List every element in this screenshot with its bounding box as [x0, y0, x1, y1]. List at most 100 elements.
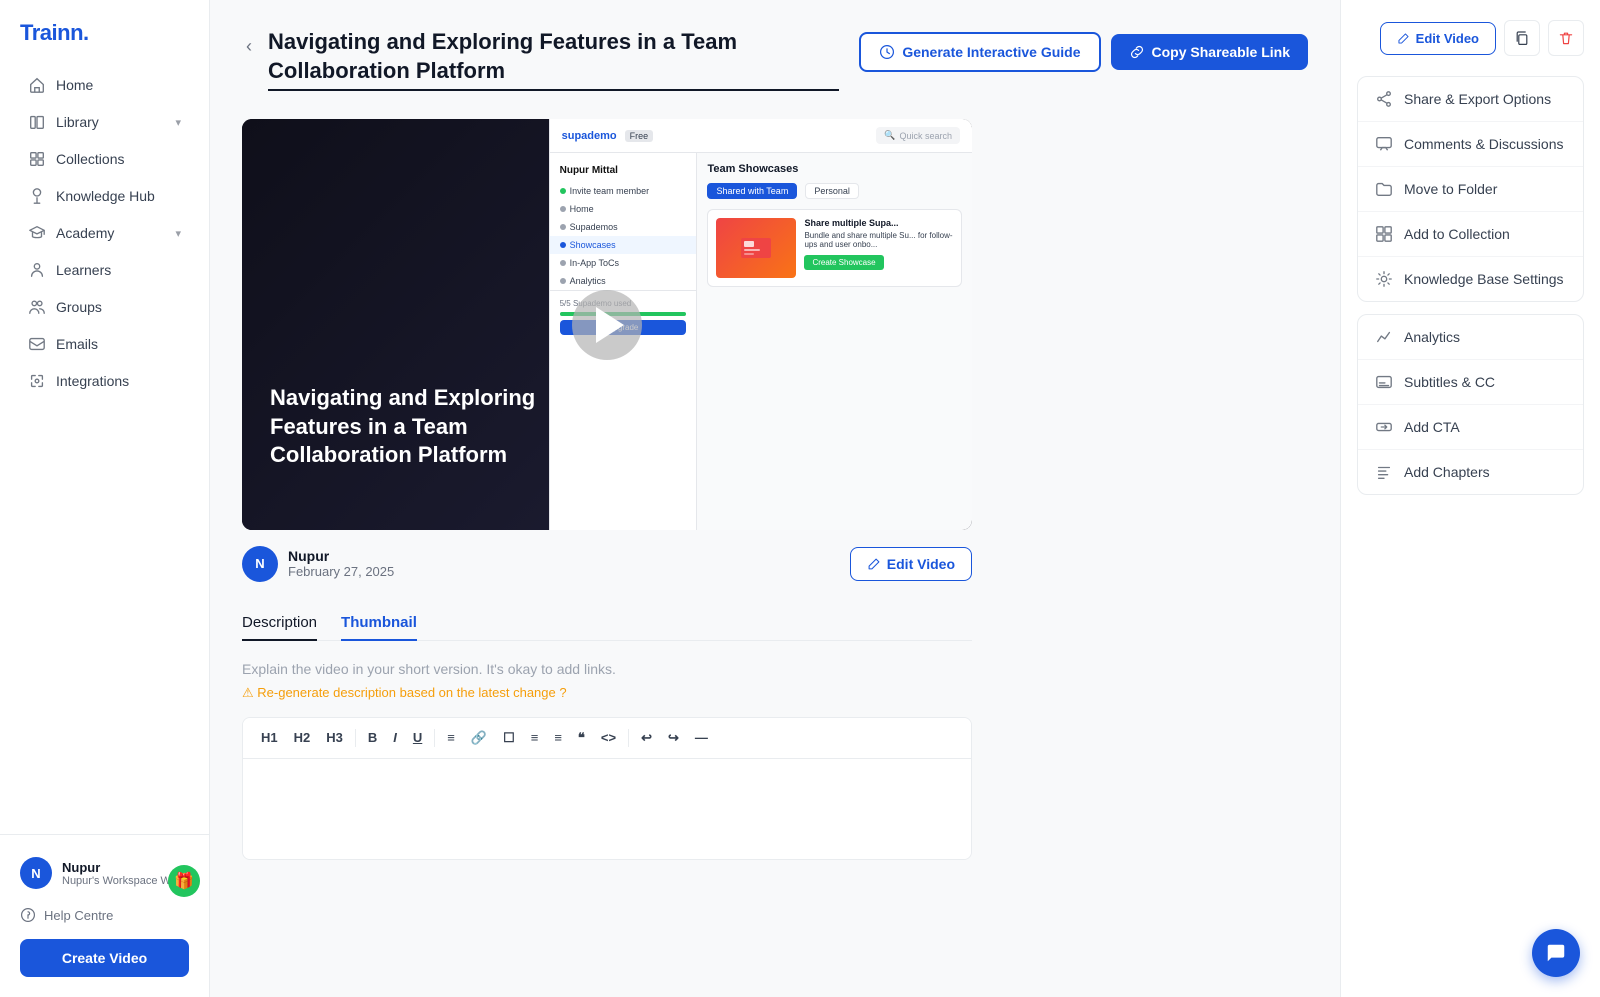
menu-item-subtitles[interactable]: Subtitles & CC	[1358, 360, 1583, 405]
learners-icon	[28, 261, 46, 279]
toolbar-h1[interactable]: H1	[255, 726, 284, 749]
right-panel: Edit Video	[1340, 0, 1600, 997]
delete-button[interactable]	[1548, 20, 1584, 56]
gift-button[interactable]: 🎁	[168, 865, 200, 897]
copy-icon-button[interactable]	[1504, 20, 1540, 56]
edit-main-icon	[1397, 32, 1410, 45]
sidebar-bottom: N Nupur Nupur's Workspace Workspace Help…	[0, 834, 209, 997]
toolbar-sep-2	[434, 729, 435, 747]
page-title: Navigating and Exploring Features in a T…	[268, 28, 839, 91]
create-video-button[interactable]: Create Video	[20, 939, 189, 977]
toolbar-ul[interactable]: ≡	[525, 726, 545, 749]
sidebar-item-integrations[interactable]: Integrations	[8, 363, 201, 399]
chapters-icon	[1374, 462, 1394, 482]
editor-wrapper: H1 H2 H3 B I U ≡ 🔗 ☐ ≡ ≡ ❝ <>	[242, 717, 972, 860]
sidebar-item-learners[interactable]: Learners	[8, 252, 201, 288]
sidebar-item-emails[interactable]: Emails	[8, 326, 201, 362]
toolbar-align[interactable]: ≡	[441, 726, 461, 749]
toolbar-underline[interactable]: U	[407, 726, 428, 749]
chat-bubble-button[interactable]	[1532, 929, 1580, 977]
editor-toolbar: H1 H2 H3 B I U ≡ 🔗 ☐ ≡ ≡ ❝ <>	[243, 718, 971, 759]
author-row: N Nupur February 27, 2025 Edit Video	[242, 546, 972, 582]
cta-icon	[1374, 417, 1394, 437]
settings-icon	[1374, 269, 1394, 289]
toolbar-embed[interactable]: ☐	[497, 726, 521, 750]
author-avatar: N	[242, 546, 278, 582]
toolbar-quote[interactable]: ❝	[572, 726, 591, 750]
library-chevron: ▾	[175, 116, 181, 129]
author-info: N Nupur February 27, 2025	[242, 546, 394, 582]
tab-thumbnail[interactable]: Thumbnail	[341, 606, 417, 641]
menu-item-comments[interactable]: Comments & Discussions	[1358, 122, 1583, 167]
edit-video-button-bottom[interactable]: Edit Video	[850, 547, 972, 581]
toolbar-sep-3	[628, 729, 629, 747]
sidebar-item-home[interactable]: Home	[8, 67, 201, 103]
sidebar-item-library[interactable]: Library ▾	[8, 104, 201, 140]
tabs-row: Description Thumbnail	[242, 606, 972, 641]
page-header: ‹ Navigating and Exploring Features in a…	[242, 28, 1308, 91]
trash-icon	[1558, 30, 1574, 46]
menu-item-move-folder[interactable]: Move to Folder	[1358, 167, 1583, 212]
edit-icon	[867, 557, 881, 571]
toolbar-italic[interactable]: I	[387, 726, 403, 749]
menu-section-2: Analytics Subtitles & CC	[1357, 314, 1584, 495]
toolbar-hr[interactable]: —	[689, 726, 714, 749]
center-panel: ‹ Navigating and Exploring Features in a…	[210, 0, 1340, 997]
help-centre-link[interactable]: Help Centre	[8, 899, 201, 931]
menu-item-analytics[interactable]: Analytics	[1358, 315, 1583, 360]
academy-icon	[28, 224, 46, 242]
menu-item-share[interactable]: Share & Export Options	[1358, 77, 1583, 122]
video-overlay[interactable]	[242, 119, 972, 530]
right-panel-top: Edit Video	[1357, 20, 1584, 56]
library-icon	[28, 113, 46, 131]
sidebar-item-knowledge-hub[interactable]: Knowledge Hub	[8, 178, 201, 214]
sidebar-item-collections[interactable]: Collections	[8, 141, 201, 177]
avatar: N	[20, 857, 52, 889]
edit-video-main-button[interactable]: Edit Video	[1380, 22, 1496, 55]
collection-icon	[1374, 224, 1394, 244]
toolbar-ol[interactable]: ≡	[548, 726, 568, 749]
sidebar-item-academy[interactable]: Academy ▾	[8, 215, 201, 251]
video-thumbnail: supademo Free 🔍 Quick search Nupur Mitta…	[242, 119, 972, 530]
academy-chevron: ▾	[175, 227, 181, 240]
toolbar-undo[interactable]: ↩	[635, 726, 658, 750]
toolbar-link[interactable]: 🔗	[465, 726, 493, 750]
toolbar-redo[interactable]: ↪	[662, 726, 685, 750]
app-logo: Trainn.	[0, 0, 209, 62]
video-player[interactable]: supademo Free 🔍 Quick search Nupur Mitta…	[242, 119, 972, 530]
folder-icon	[1374, 179, 1394, 199]
tab-description[interactable]: Description	[242, 606, 317, 641]
knowledge-icon	[28, 187, 46, 205]
play-icon	[596, 307, 624, 343]
regen-link[interactable]: ⚠ Re-generate description based on the l…	[242, 685, 972, 701]
toolbar-h3[interactable]: H3	[320, 726, 349, 749]
sidebar-nav: Home Library ▾ Collect	[0, 62, 209, 834]
subtitles-icon	[1374, 372, 1394, 392]
generate-guide-button[interactable]: Generate Interactive Guide	[859, 32, 1100, 72]
title-row: ‹ Navigating and Exploring Features in a…	[242, 28, 839, 91]
main-content: ‹ Navigating and Exploring Features in a…	[210, 0, 1600, 997]
toolbar-sep-1	[355, 729, 356, 747]
back-button[interactable]: ‹	[242, 32, 256, 61]
play-button[interactable]	[572, 290, 642, 360]
menu-section-1: Share & Export Options Comments & Discus…	[1357, 76, 1584, 302]
header-actions: Generate Interactive Guide Copy Shareabl…	[859, 32, 1308, 72]
home-icon	[28, 76, 46, 94]
copy-icon	[1514, 30, 1530, 46]
menu-item-add-collection[interactable]: Add to Collection	[1358, 212, 1583, 257]
toolbar-bold[interactable]: B	[362, 726, 383, 749]
editor-body[interactable]	[243, 759, 971, 859]
analytics-icon	[1374, 327, 1394, 347]
collections-icon	[28, 150, 46, 168]
menu-item-add-cta[interactable]: Add CTA	[1358, 405, 1583, 450]
sidebar-item-groups[interactable]: Groups	[8, 289, 201, 325]
menu-item-kb-settings[interactable]: Knowledge Base Settings	[1358, 257, 1583, 301]
integrations-icon	[28, 372, 46, 390]
link-icon	[1129, 44, 1145, 60]
toolbar-h2[interactable]: H2	[288, 726, 317, 749]
description-area: Explain the video in your short version.…	[242, 661, 972, 860]
menu-item-add-chapters[interactable]: Add Chapters	[1358, 450, 1583, 494]
copy-link-button[interactable]: Copy Shareable Link	[1111, 34, 1308, 70]
toolbar-code[interactable]: <>	[595, 726, 622, 749]
share-icon	[1374, 89, 1394, 109]
